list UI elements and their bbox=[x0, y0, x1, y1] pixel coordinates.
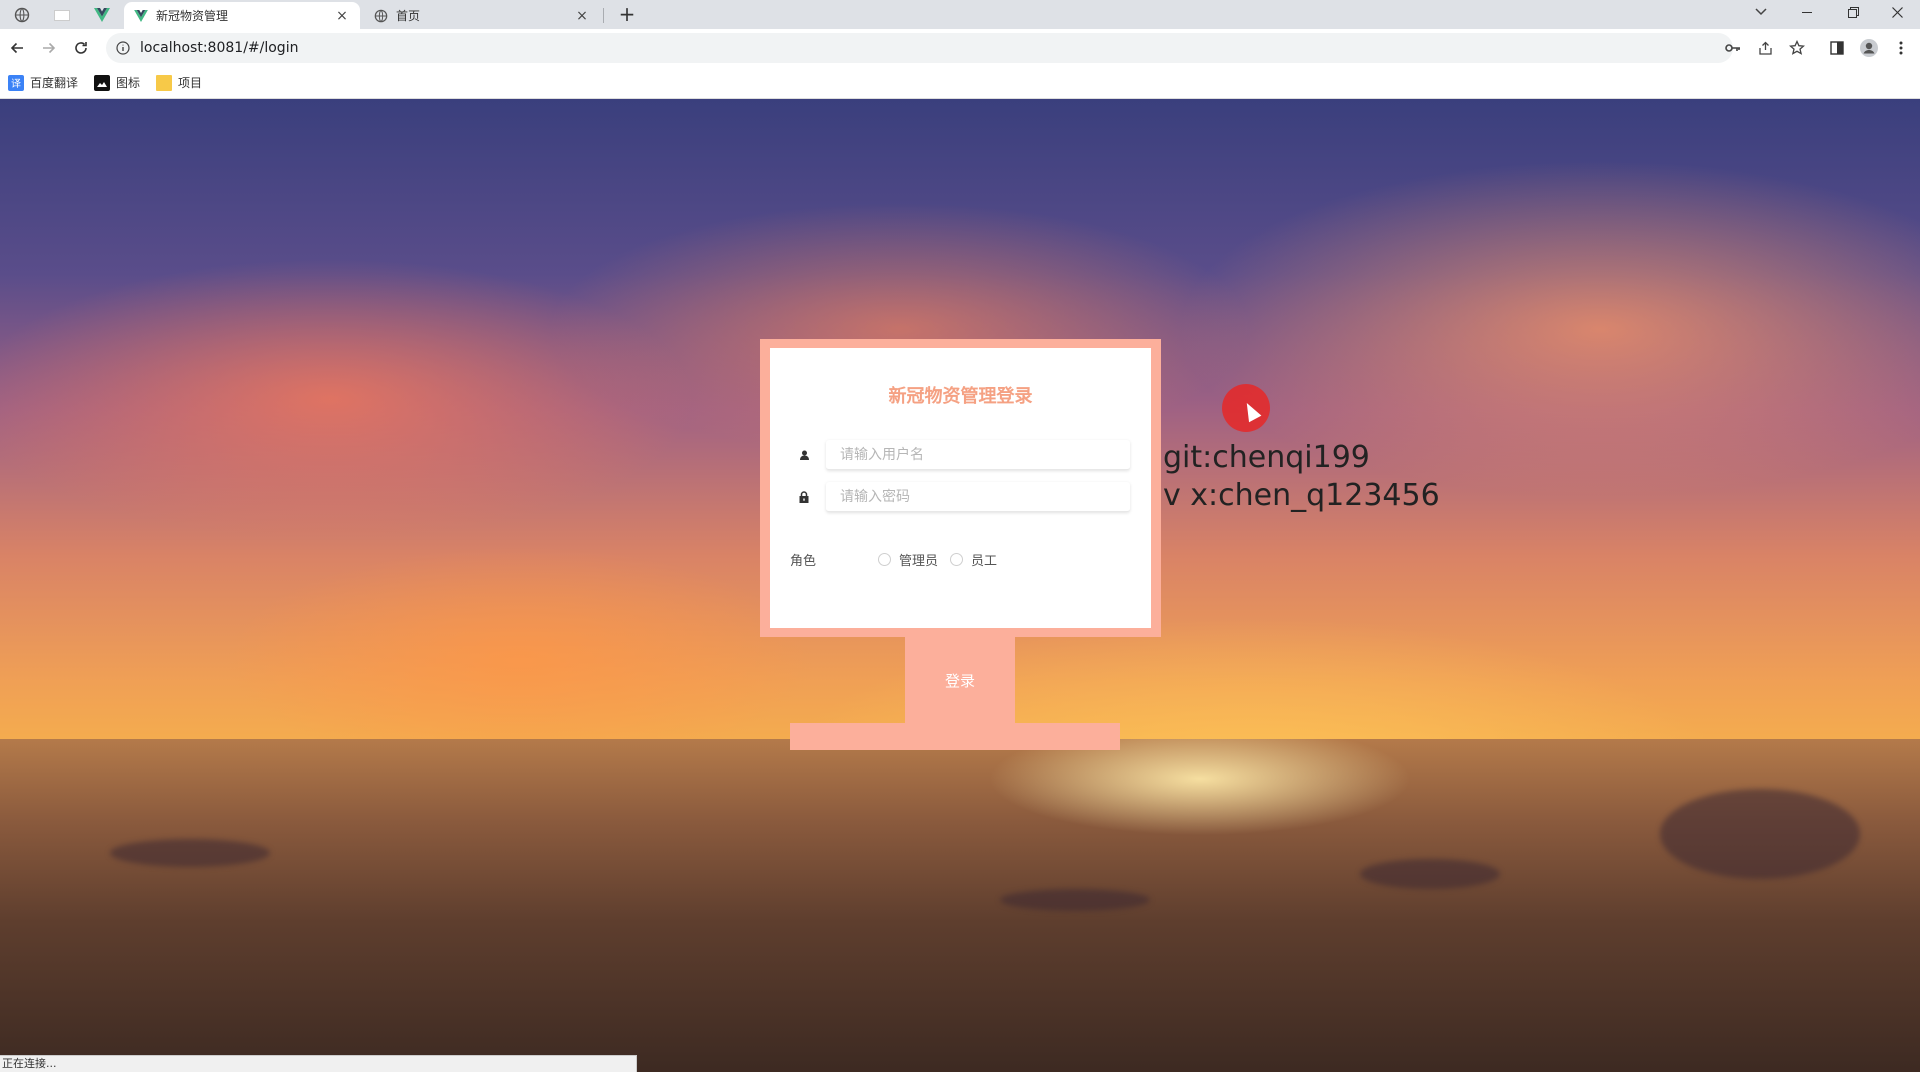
side-panel-button[interactable] bbox=[1824, 35, 1850, 61]
password-key-button[interactable] bbox=[1720, 35, 1746, 61]
star-icon bbox=[1789, 40, 1805, 55]
vue-icon bbox=[134, 9, 148, 22]
login-panel-base bbox=[790, 723, 1120, 750]
role-label: 角色 bbox=[790, 553, 817, 569]
bookmark-baidu-translate[interactable]: 译 百度翻译 bbox=[8, 74, 78, 91]
radio-label: 员工 bbox=[971, 553, 998, 569]
role-selector: 角色 管理员 员工 bbox=[790, 549, 1130, 569]
browser-toolbar: localhost:8081/#/login bbox=[0, 29, 1920, 67]
tab-covid-supplies[interactable]: 新冠物资管理 × bbox=[124, 2, 360, 29]
pinned-tab-vue[interactable] bbox=[84, 2, 120, 28]
globe-icon bbox=[14, 7, 30, 23]
share-icon bbox=[1758, 41, 1772, 55]
watermark-git: git:chenqi199 bbox=[1163, 440, 1370, 475]
back-button[interactable] bbox=[4, 35, 30, 61]
reload-icon bbox=[75, 42, 87, 54]
minimize-icon bbox=[1802, 11, 1812, 13]
username-row bbox=[790, 440, 1130, 470]
pinned-tab-globe[interactable] bbox=[4, 2, 40, 28]
key-icon bbox=[1725, 44, 1740, 52]
cloud-silhouette bbox=[1360, 859, 1500, 889]
bookmark-projects[interactable]: 项目 bbox=[156, 74, 202, 91]
url-text[interactable]: localhost:8081/#/login bbox=[140, 40, 298, 56]
tab-title: 首页 bbox=[396, 9, 421, 23]
close-icon bbox=[1891, 6, 1903, 18]
tab-strip: 新冠物资管理 × 首页 × + bbox=[0, 0, 1920, 29]
close-tab-icon[interactable]: × bbox=[574, 8, 590, 24]
menu-button[interactable] bbox=[1888, 35, 1914, 61]
image-icon bbox=[94, 74, 111, 91]
bookmark-label: 项目 bbox=[178, 76, 203, 90]
info-icon[interactable] bbox=[116, 41, 130, 55]
side-panel-icon bbox=[1830, 41, 1844, 55]
login-button[interactable]: 登录 bbox=[905, 637, 1015, 723]
login-panel: 新冠物资管理登录 角色 管理员 员工 bbox=[760, 339, 1161, 637]
restore-icon bbox=[1847, 6, 1859, 18]
globe-icon bbox=[374, 9, 388, 22]
vue-icon bbox=[94, 8, 110, 22]
arrow-left-icon bbox=[10, 42, 23, 54]
new-tab-button[interactable]: + bbox=[614, 2, 640, 28]
bookmark-icons[interactable]: 图标 bbox=[94, 74, 140, 91]
address-bar[interactable]: localhost:8081/#/login bbox=[106, 33, 1733, 63]
forward-button[interactable] bbox=[36, 35, 62, 61]
status-bar: 正在连接... bbox=[0, 1055, 637, 1072]
bookmarks-bar: 译 百度翻译 图标 项目 bbox=[0, 67, 1920, 99]
bookmark-star-button[interactable] bbox=[1784, 35, 1810, 61]
translate-icon: 译 bbox=[8, 74, 24, 91]
user-icon bbox=[790, 450, 818, 460]
password-row bbox=[790, 482, 1130, 512]
tab-home[interactable]: 首页 × bbox=[364, 2, 600, 29]
arrow-right-icon bbox=[43, 42, 56, 54]
more-vertical-icon bbox=[1899, 41, 1903, 55]
bookmark-label: 图标 bbox=[116, 76, 141, 90]
avatar-icon bbox=[1860, 39, 1878, 57]
login-form: 新冠物资管理登录 角色 管理员 员工 bbox=[770, 348, 1151, 628]
restore-button[interactable] bbox=[1830, 0, 1876, 24]
radio-circle[interactable] bbox=[950, 552, 964, 566]
role-radio-staff[interactable]: 员工 bbox=[950, 550, 997, 569]
tab-title: 新冠物资管理 bbox=[156, 9, 229, 23]
tab-separator bbox=[603, 8, 604, 23]
radio-label: 管理员 bbox=[899, 553, 939, 569]
role-radio-admin[interactable]: 管理员 bbox=[878, 550, 938, 569]
radio-circle[interactable] bbox=[878, 552, 891, 566]
cloud-silhouette bbox=[1660, 789, 1860, 879]
reload-button[interactable] bbox=[68, 35, 94, 61]
cloud-silhouette bbox=[1000, 889, 1150, 911]
watermark-wechat: v x:chen_q123456 bbox=[1163, 478, 1440, 513]
sea-background bbox=[0, 739, 1920, 1072]
login-title: 新冠物资管理登录 bbox=[888, 386, 1033, 407]
blank-page-icon bbox=[54, 9, 70, 21]
password-input[interactable] bbox=[826, 482, 1130, 512]
tab-search-button[interactable] bbox=[1738, 0, 1784, 24]
close-tab-icon[interactable]: × bbox=[334, 8, 350, 24]
lock-icon bbox=[790, 491, 818, 503]
username-input[interactable] bbox=[826, 440, 1130, 470]
share-button[interactable] bbox=[1752, 35, 1778, 61]
bookmark-label: 百度翻译 bbox=[30, 76, 79, 90]
cloud-silhouette bbox=[110, 839, 270, 867]
folder-icon bbox=[156, 74, 173, 91]
minimize-button[interactable] bbox=[1784, 0, 1830, 24]
close-window-button[interactable] bbox=[1874, 0, 1920, 24]
chevron-down-icon bbox=[1755, 8, 1767, 16]
pinned-tab-blank[interactable] bbox=[44, 2, 80, 28]
profile-button[interactable] bbox=[1856, 35, 1882, 61]
